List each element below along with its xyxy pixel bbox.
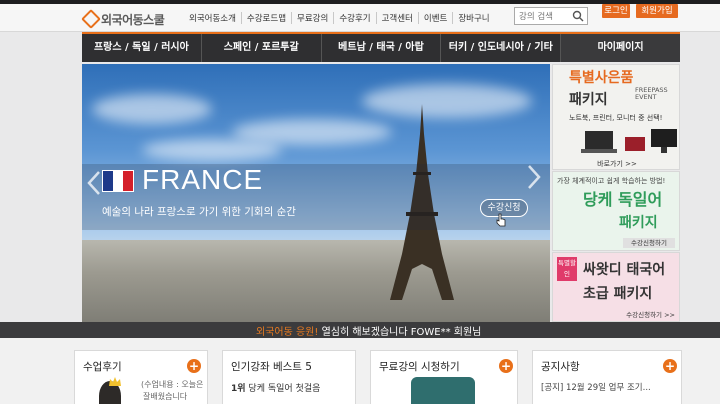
notice-title: 공지사항 xyxy=(541,361,580,373)
search-box xyxy=(514,7,588,25)
free-lectures-more-icon[interactable]: + xyxy=(499,359,513,373)
login-button[interactable]: 로그인 xyxy=(602,4,630,18)
banner3-title-2: 초급 패키지 xyxy=(583,286,653,302)
bottom-section: 수업후기 + (수업내용 : 오늘은 잘배웠습니다 인기강좌 베스트 5 1위 … xyxy=(0,338,720,404)
flag-white xyxy=(113,171,123,191)
ticker-message: 열심히 해보겠습니다 FOWE** 회원님 xyxy=(321,327,482,338)
german-package-banner[interactable]: 가장 체계적이고 쉽게 학습하는 방법! 당케 독일어 패키지 수강신청하기 xyxy=(552,171,680,251)
thai-package-banner[interactable]: 특별할인 싸왓디 태국어 초급 패키지 수강신청하기 >> xyxy=(552,252,680,322)
banner1-more-link[interactable]: 바로가기 >> xyxy=(553,159,681,171)
notice-more-icon[interactable]: + xyxy=(663,359,677,373)
main-category-nav: 프랑스 / 독일 / 러시아 스페인 / 포르투갈 베트남 / 태국 / 아랍 … xyxy=(82,32,680,62)
notice-box: 공지사항 + [공지] 12월 29일 업무 조기... xyxy=(532,350,682,404)
banner2-title: 당케 독일어 xyxy=(583,190,663,209)
side-banners: 특별사은품 패키지 FREEPASS EVENT 노트북, 프린터, 모니터 중… xyxy=(552,64,680,322)
gift-package-banner[interactable]: 특별사은품 패키지 FREEPASS EVENT 노트북, 프린터, 모니터 중… xyxy=(552,64,680,170)
hero-country-title: FRANCE xyxy=(142,164,264,195)
search-icon[interactable] xyxy=(572,10,584,22)
ticker-prefix: 외국어동 응원! xyxy=(256,327,319,338)
topnav-item-cart[interactable]: 장바구니 xyxy=(453,12,494,24)
city-foreground xyxy=(82,240,550,322)
laptop-printer-monitor-image xyxy=(581,129,677,153)
flag-blue xyxy=(103,171,113,191)
best-courses-box: 인기강좌 베스트 5 1위 당케 독일어 첫걸음 xyxy=(222,350,356,404)
banner1-tag: FREEPASS EVENT xyxy=(635,86,668,101)
banner2-more-link[interactable]: 수강신청하기 xyxy=(623,238,675,248)
nav-france-germany-russia[interactable]: 프랑스 / 독일 / 러시아 xyxy=(82,34,202,62)
reviews-title: 수업후기 xyxy=(83,361,122,373)
logo-text: 외국어동스쿨 xyxy=(101,12,165,27)
slider-next-arrow[interactable] xyxy=(526,164,542,190)
nav-spain-portugal[interactable]: 스페인 / 포르투갈 xyxy=(202,34,322,62)
banner1-title: 특별사은품 xyxy=(569,70,634,86)
cheer-ticker: 외국어동 응원! 열심히 해보겠습니다 FOWE** 회원님 xyxy=(0,322,720,338)
nav-turkey-indonesia-etc[interactable]: 터키 / 인도네시아 / 기타 xyxy=(441,34,562,62)
review-snippet: (수업내용 : 오늘은 xyxy=(141,380,204,389)
topnav-item-support[interactable]: 고객센터 xyxy=(377,12,419,24)
nav-vietnam-thailand-arab[interactable]: 베트남 / 태국 / 아랍 xyxy=(322,34,442,62)
site-logo[interactable]: 외국어동스쿨 xyxy=(81,9,165,29)
topnav-item-free-lectures[interactable]: 무료강의 xyxy=(292,12,335,24)
flag-red xyxy=(123,171,133,191)
utility-nav: 외국어동소개 수강로드맵 무료강의 수강후기 고객센터 이벤트 장바구니 xyxy=(184,8,495,28)
banner2-desc: 가장 체계적이고 쉽게 학습하는 방법! xyxy=(557,177,666,185)
notice-item[interactable]: [공지] 12월 29일 업무 조기... xyxy=(541,381,651,393)
join-button[interactable]: 회원가입 xyxy=(636,4,678,18)
banner1-desc: 노트북, 프린터, 모니터 중 선택! xyxy=(569,114,663,122)
best-courses-title: 인기강좌 베스트 5 xyxy=(231,361,312,373)
top-bar: 외국어동스쿨 외국어동소개 수강로드맵 무료강의 수강후기 고객센터 이벤트 장… xyxy=(0,4,720,32)
banner2-title-2: 패키지 xyxy=(619,215,658,231)
hero-slider: FRANCE 예술의 나라 프랑스로 가기 위한 기회의 순간 수강신청 xyxy=(82,64,550,322)
free-lecture-thumbnail[interactable] xyxy=(411,377,475,404)
ticker-text: 외국어동 응원! 열심히 해보겠습니다 FOWE** 회원님 xyxy=(256,323,481,338)
banner3-more-link[interactable]: 수강신청하기 >> xyxy=(626,309,675,319)
free-lectures-box: 무료강의 시청하기 + xyxy=(370,350,518,404)
review-snippet-2: 잘배웠습니다 xyxy=(143,392,188,401)
search-input[interactable] xyxy=(519,10,569,23)
free-lectures-title: 무료강의 시청하기 xyxy=(379,361,460,373)
best-course-1[interactable]: 1위 당케 독일어 첫걸음 xyxy=(231,381,320,394)
hero-subtitle: 예술의 나라 프랑스로 가기 위한 기회의 순간 xyxy=(102,206,296,218)
reviews-more-icon[interactable]: + xyxy=(187,359,201,373)
logo-icon xyxy=(81,9,101,29)
topnav-item-roadmap[interactable]: 수강로드맵 xyxy=(242,12,293,24)
slider-prev-arrow[interactable] xyxy=(86,170,102,196)
topnav-item-events[interactable]: 이벤트 xyxy=(419,12,454,24)
topnav-item-about[interactable]: 외국어동소개 xyxy=(184,12,242,24)
france-flag-icon xyxy=(102,170,134,192)
banner3-title: 싸왓디 태국어 xyxy=(583,262,666,278)
nav-mypage[interactable]: 마이페이지 xyxy=(561,34,680,62)
topnav-item-reviews[interactable]: 수강후기 xyxy=(334,12,377,24)
hand-cursor-icon xyxy=(496,213,506,227)
browser-page: 외국어동스쿨 외국어동소개 수강로드맵 무료강의 수강후기 고객센터 이벤트 장… xyxy=(0,0,720,404)
reviews-box: 수업후기 + (수업내용 : 오늘은 잘배웠습니다 xyxy=(74,350,208,404)
crown-icon xyxy=(109,377,121,386)
discount-badge: 특별할인 xyxy=(557,257,577,281)
banner1-title-2: 패키지 xyxy=(569,92,608,108)
